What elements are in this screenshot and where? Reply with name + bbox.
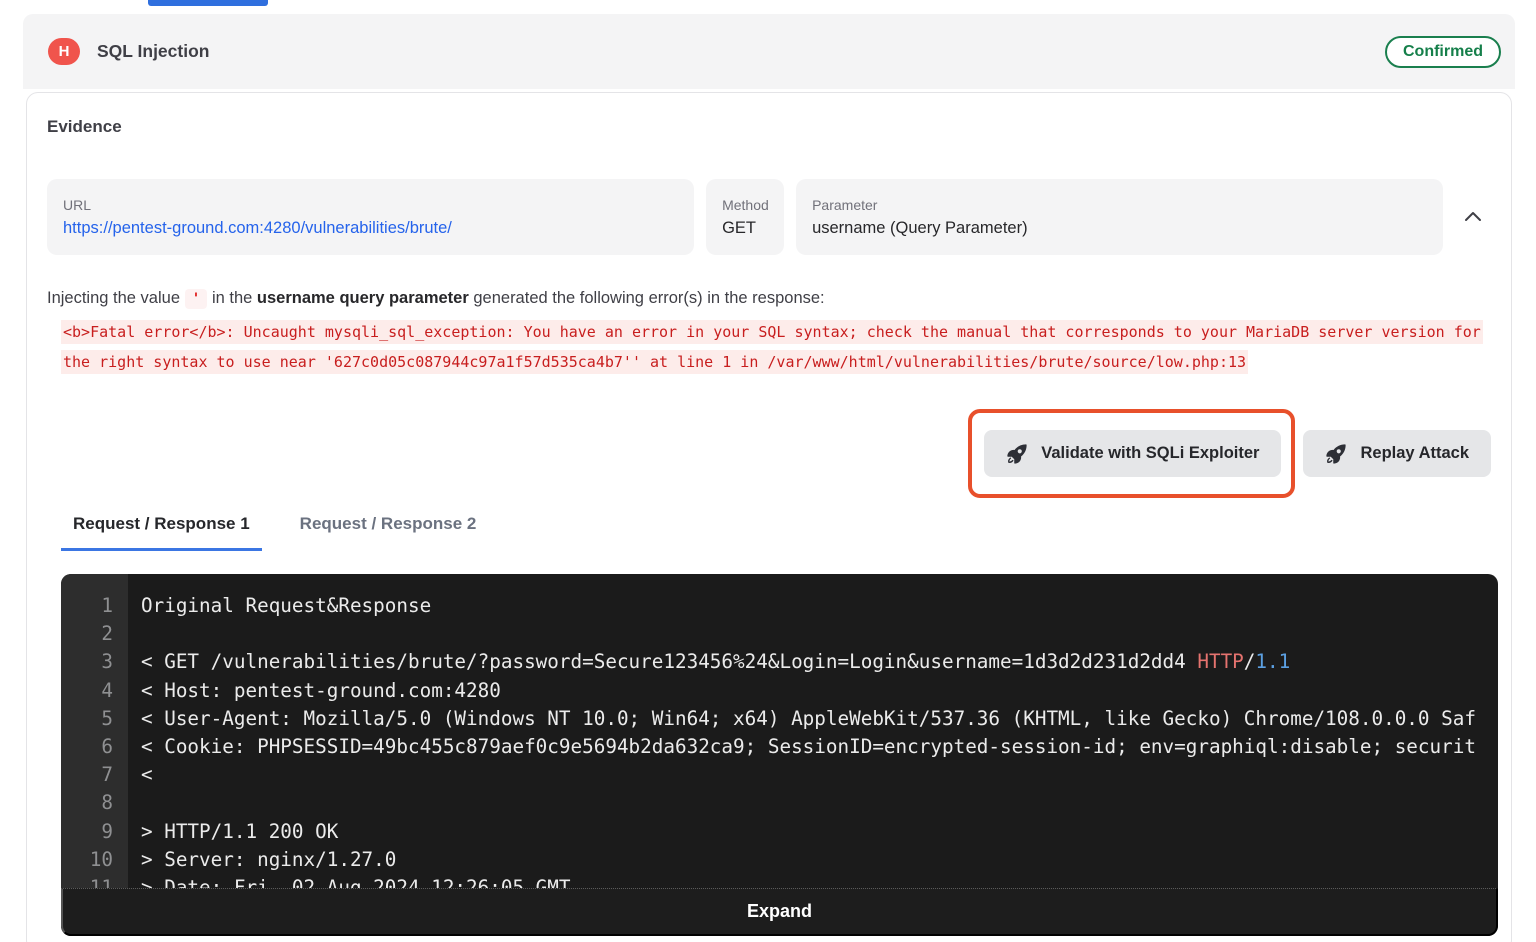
replay-attack-button[interactable]: Replay Attack [1303,430,1491,477]
code-line: 5< User-Agent: Mozilla/5.0 (Windows NT 1… [61,705,1498,733]
finding-description-suffix: generated the following error(s) in the … [473,289,824,307]
tab-request-response-1[interactable]: Request / Response 1 [61,504,262,551]
method-box: Method GET [706,179,784,255]
line-number: 9 [61,818,128,846]
code-line: 4< Host: pentest-ground.com:4280 [61,677,1498,705]
parameter-box: Parameter username (Query Parameter) [796,179,1443,255]
line-number: 7 [61,761,128,789]
line-number: 2 [61,620,128,648]
line-number: 4 [61,677,128,705]
code-text: < Host: pentest-ground.com:4280 [128,677,1498,705]
finding-detail-screen: H SQL Injection Confirmed Evidence URL h… [0,0,1536,942]
validate-button-highlight-box: Validate with SQLi Exploiter [968,409,1295,498]
code-line: 1Original Request&Response [61,592,1498,620]
expand-button[interactable]: Expand [61,888,1498,936]
validate-sqli-exploiter-button[interactable]: Validate with SQLi Exploiter [984,430,1281,477]
code-text: < Cookie: PHPSESSID=49bc455c879aef0c9e56… [128,733,1498,761]
validate-button-label: Validate with SQLi Exploiter [1041,444,1259,463]
chevron-up-icon [1464,211,1482,223]
method-value: GET [722,219,768,238]
code-line: 6< Cookie: PHPSESSID=49bc455c879aef0c9e5… [61,733,1498,761]
method-label: Method [722,197,768,213]
actions-row: Validate with SQLi Exploiter Replay Atta… [47,409,1491,498]
finding-description-mid: in the [212,289,252,307]
tab-request-response-2[interactable]: Request / Response 2 [288,504,489,551]
collapse-evidence-button[interactable] [1455,199,1491,235]
line-number: 3 [61,648,128,676]
line-number: 5 [61,705,128,733]
rocket-icon [1325,443,1347,465]
evidence-summary-row: URL https://pentest-ground.com:4280/vuln… [47,179,1491,255]
sql-error-line: the right syntax to use near '627c0d05c0… [61,348,1491,378]
code-line: 8 [61,789,1498,817]
code-text [128,789,1498,817]
parameter-value: username (Query Parameter) [812,219,1427,238]
severity-badge: H [48,38,80,65]
url-box: URL https://pentest-ground.com:4280/vuln… [47,179,694,255]
code-text: < [128,761,1498,789]
sql-error-line: <b>Fatal error</b>: Uncaught mysqli_sql_… [61,318,1491,348]
code-text [128,620,1498,648]
finding-header: H SQL Injection Confirmed [23,14,1515,89]
code-lines: 1Original Request&Response23< GET /vulne… [61,574,1498,902]
line-number: 1 [61,592,128,620]
finding-description: Injecting the value ' in the username qu… [47,287,1491,310]
code-text: > HTTP/1.1 200 OK [128,818,1498,846]
code-line: 7< [61,761,1498,789]
line-number: 8 [61,789,128,817]
injected-payload-chip: ' [185,289,208,309]
code-text: < GET /vulnerabilities/brute/?password=S… [128,648,1498,676]
rocket-icon [1006,443,1028,465]
parameter-label: Parameter [812,197,1427,213]
finding-body-card: Evidence URL https://pentest-ground.com:… [26,92,1512,942]
code-line: 2 [61,620,1498,648]
code-text: > Server: nginx/1.27.0 [128,846,1498,874]
request-response-tabs: Request / Response 1 Request / Response … [61,504,1491,551]
code-text: < User-Agent: Mozilla/5.0 (Windows NT 10… [128,705,1498,733]
url-label: URL [63,197,678,213]
target-url-link[interactable]: https://pentest-ground.com:4280/vulnerab… [63,219,678,238]
status-badge: Confirmed [1385,36,1501,68]
replay-button-label: Replay Attack [1360,444,1469,463]
finding-title: SQL Injection [97,41,209,62]
code-line: 9> HTTP/1.1 200 OK [61,818,1498,846]
line-number: 6 [61,733,128,761]
code-line: 3< GET /vulnerabilities/brute/?password=… [61,648,1498,676]
sql-error-output: <b>Fatal error</b>: Uncaught mysqli_sql_… [61,318,1491,377]
evidence-section-title: Evidence [47,117,1491,137]
request-response-viewer: 1Original Request&Response23< GET /vulne… [61,574,1498,936]
injected-parameter-name: username query parameter [257,289,469,307]
code-text: Original Request&Response [128,592,1498,620]
line-number: 10 [61,846,128,874]
finding-description-prefix: Injecting the value [47,289,180,307]
active-tab-indicator [148,0,268,6]
code-line: 10> Server: nginx/1.27.0 [61,846,1498,874]
